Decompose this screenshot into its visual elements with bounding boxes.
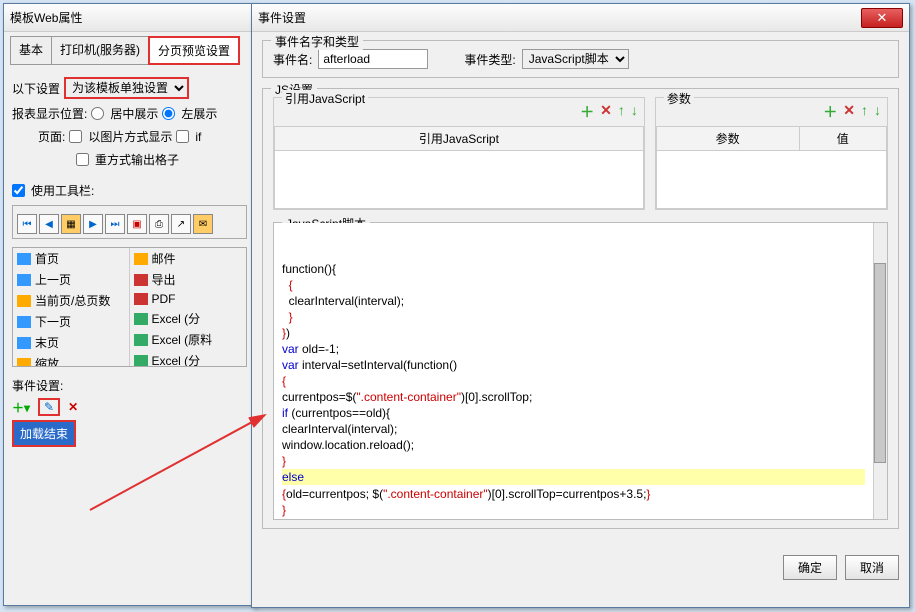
- script-code-box: JavaScript脚本 function(){ { clearInterval…: [273, 222, 888, 520]
- ref-js-list[interactable]: [274, 151, 644, 209]
- nav-icon: [17, 358, 31, 368]
- tb-prev-icon[interactable]: ◀: [39, 214, 59, 234]
- event-type-label: 事件类型:: [464, 51, 515, 68]
- tb-export-icon[interactable]: ↗: [171, 214, 191, 234]
- event-item-afterload[interactable]: 加载结束: [12, 420, 76, 447]
- nav-item[interactable]: Excel (分: [130, 308, 247, 329]
- add-event-icon[interactable]: ＋▾: [12, 399, 30, 416]
- left-tabs: 基本 打印机(服务器) 分页预览设置: [10, 36, 249, 65]
- nav-icon: [17, 274, 31, 286]
- tab-paging-preview[interactable]: 分页预览设置: [148, 36, 240, 65]
- tb-mail-icon[interactable]: ✉: [193, 214, 213, 234]
- cb-picture-mode[interactable]: [69, 130, 82, 143]
- nav-icon: [134, 293, 148, 305]
- event-name-input[interactable]: [318, 49, 428, 69]
- nav-item[interactable]: PDF: [130, 290, 247, 308]
- nav-item[interactable]: 末页: [13, 332, 129, 353]
- cb-heavy-output[interactable]: [76, 153, 89, 166]
- cb-if[interactable]: [176, 130, 189, 143]
- nav-item[interactable]: 导出: [130, 269, 247, 290]
- js-settings-fieldset: JS设置 引用JavaScript ＋ ✕ ↑ ↓ 引用JavaScript 参…: [262, 88, 899, 529]
- moveup-ref-icon[interactable]: ↑: [618, 102, 625, 122]
- code-scrollbar[interactable]: [873, 223, 887, 519]
- add-param-icon[interactable]: ＋: [823, 102, 837, 122]
- tb-last-icon[interactable]: ⏭: [105, 214, 125, 234]
- tab-basic[interactable]: 基本: [10, 36, 52, 65]
- nav-item[interactable]: 首页: [13, 248, 129, 269]
- below-settings-label: 以下设置: [12, 80, 60, 97]
- nav-item[interactable]: Excel (原料: [130, 329, 247, 350]
- nav-icon: [17, 295, 31, 307]
- event-type-select[interactable]: JavaScript脚本: [522, 49, 629, 69]
- nav-item[interactable]: Excel (分: [130, 350, 247, 367]
- cancel-button[interactable]: 取消: [845, 555, 899, 580]
- nav-icon: [17, 337, 31, 349]
- name-type-fieldset: 事件名字和类型 事件名: 事件类型: JavaScript脚本: [262, 40, 899, 78]
- right-title: 事件设置: [258, 9, 861, 26]
- nav-item[interactable]: 上一页: [13, 269, 129, 290]
- toolbar-preview: ⏮ ◀ ▦ ▶ ⏭ ▣ ⎙ ↗ ✉: [17, 214, 242, 234]
- event-name-label: 事件名:: [273, 51, 312, 68]
- event-settings-label: 事件设置:: [12, 377, 247, 394]
- radio-center[interactable]: [91, 107, 104, 120]
- remove-param-icon[interactable]: ✕: [843, 102, 855, 122]
- page-label: 页面:: [38, 128, 65, 145]
- template-web-properties-window: 模板Web属性 基本 打印机(服务器) 分页预览设置 以下设置 为该模板单独设置…: [3, 3, 256, 606]
- movedown-ref-icon[interactable]: ↓: [631, 102, 638, 122]
- radio-left[interactable]: [162, 107, 175, 120]
- edit-event-icon[interactable]: ✎: [38, 398, 60, 416]
- moveup-param-icon[interactable]: ↑: [861, 102, 868, 122]
- ok-button[interactable]: 确定: [783, 555, 837, 580]
- script-editor[interactable]: function(){ { clearInterval(interval); }…: [274, 223, 887, 519]
- cb-use-toolbar[interactable]: [12, 184, 25, 197]
- nav-icon: [134, 355, 148, 367]
- nav-icon: [17, 316, 31, 328]
- close-icon[interactable]: ✕: [861, 8, 903, 28]
- tb-next-icon[interactable]: ▶: [83, 214, 103, 234]
- display-position-label: 报表显示位置:: [12, 105, 87, 122]
- ref-js-box: 引用JavaScript ＋ ✕ ↑ ↓ 引用JavaScript: [273, 97, 645, 210]
- nav-icon: [134, 334, 148, 346]
- params-list[interactable]: [656, 151, 887, 209]
- nav-icon: [134, 274, 148, 286]
- delete-event-icon[interactable]: ✕: [68, 400, 78, 414]
- left-title: 模板Web属性: [10, 9, 249, 26]
- remove-ref-icon[interactable]: ✕: [600, 102, 612, 122]
- tab-printer[interactable]: 打印机(服务器): [51, 36, 149, 65]
- nav-item[interactable]: 当前页/总页数: [13, 290, 129, 311]
- tb-page-icon[interactable]: ▦: [61, 214, 81, 234]
- template-scope-select[interactable]: 为该模板单独设置: [64, 77, 189, 99]
- left-titlebar: 模板Web属性: [4, 4, 255, 32]
- nav-icon: [134, 253, 148, 265]
- movedown-param-icon[interactable]: ↓: [874, 102, 881, 122]
- nav-item[interactable]: 缩放: [13, 353, 129, 367]
- event-settings-dialog: 事件设置 ✕ 事件名字和类型 事件名: 事件类型: JavaScript脚本 J…: [251, 3, 910, 608]
- nav-item[interactable]: 下一页: [13, 311, 129, 332]
- tb-print-icon[interactable]: ⎙: [149, 214, 169, 234]
- tb-first-icon[interactable]: ⏮: [17, 214, 37, 234]
- nav-icon: [134, 313, 148, 325]
- nav-item[interactable]: 邮件: [130, 248, 247, 269]
- params-box: 参数 ＋ ✕ ↑ ↓ 参数 值: [655, 97, 888, 210]
- add-ref-icon[interactable]: ＋: [580, 102, 594, 122]
- tb-pdf-icon[interactable]: ▣: [127, 214, 147, 234]
- nav-icon: [17, 253, 31, 265]
